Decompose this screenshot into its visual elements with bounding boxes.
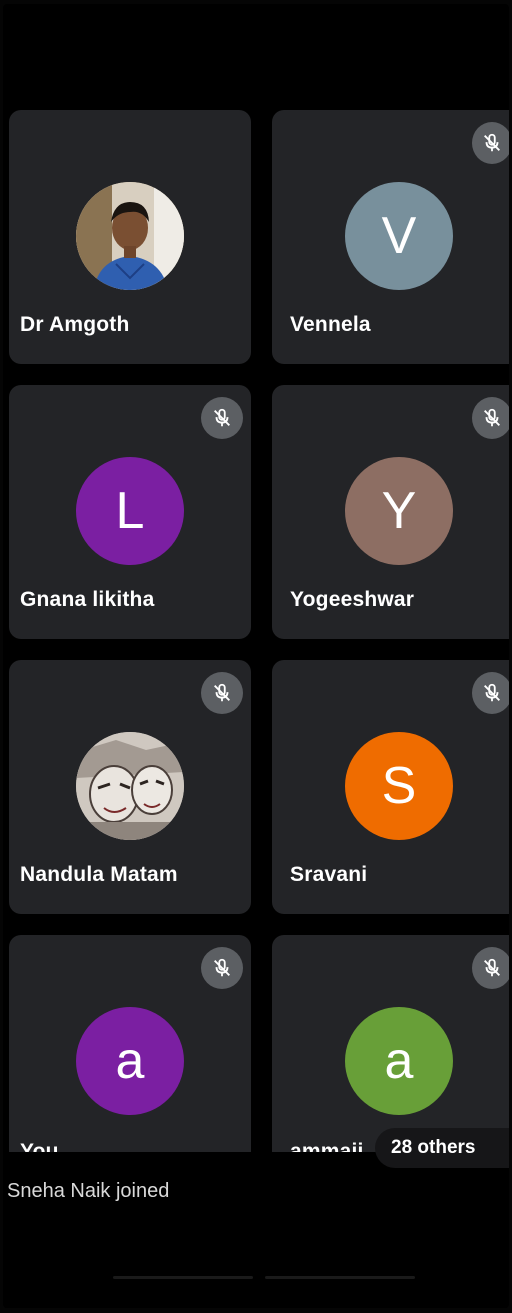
participant-grid: Dr Amgoth V Vennela L Gnana likitha Y Yo… (3, 4, 509, 1308)
mic-off-icon (472, 122, 509, 164)
avatar: a (345, 1007, 453, 1115)
avatar: S (345, 732, 453, 840)
mic-off-icon (201, 672, 243, 714)
participant-tile[interactable]: a You (9, 935, 251, 1189)
meeting-screen: Dr Amgoth V Vennela L Gnana likitha Y Yo… (3, 4, 509, 1308)
participant-name: Yogeeshwar (290, 588, 415, 611)
participant-name: Vennela (290, 313, 371, 336)
participant-tile[interactable]: S Sravani (272, 660, 509, 914)
participant-tile[interactable]: Nandula Matam (9, 660, 251, 914)
participant-tile[interactable]: Y Yogeeshwar (272, 385, 509, 639)
participant-tile[interactable]: V Vennela (272, 110, 509, 364)
participant-tile[interactable]: Dr Amgoth (9, 110, 251, 364)
avatar: V (345, 182, 453, 290)
mic-off-icon (472, 672, 509, 714)
avatar-letter: V (381, 207, 417, 265)
participant-tile[interactable]: L Gnana likitha (9, 385, 251, 639)
avatar-photo (76, 182, 184, 290)
avatar: a (76, 1007, 184, 1115)
drawing-photo-icon (76, 732, 184, 840)
participant-name: Nandula Matam (20, 863, 178, 886)
avatar-photo (76, 732, 184, 840)
avatar-letter: L (115, 482, 145, 540)
avatar: Y (345, 457, 453, 565)
participant-name: Dr Amgoth (20, 313, 130, 336)
avatar-letter: a (384, 1032, 414, 1090)
person-photo-icon (76, 182, 184, 290)
others-chip[interactable]: 28 others (375, 1128, 509, 1168)
join-notification: Sneha Naik joined (7, 1180, 170, 1202)
participant-name: Sravani (290, 863, 368, 886)
avatar-letter: S (381, 757, 417, 815)
avatar-letter: a (115, 1032, 145, 1090)
nav-hint-left (113, 1276, 253, 1279)
participant-name: Gnana likitha (20, 588, 155, 611)
mic-off-icon (472, 397, 509, 439)
mic-off-icon (201, 397, 243, 439)
mic-off-icon (201, 947, 243, 989)
nav-hint-right (265, 1276, 415, 1279)
avatar: L (76, 457, 184, 565)
mic-off-icon (472, 947, 509, 989)
avatar-letter: Y (381, 482, 417, 540)
bottom-overlay (3, 1152, 509, 1308)
others-chip-label: 28 others (391, 1137, 476, 1158)
